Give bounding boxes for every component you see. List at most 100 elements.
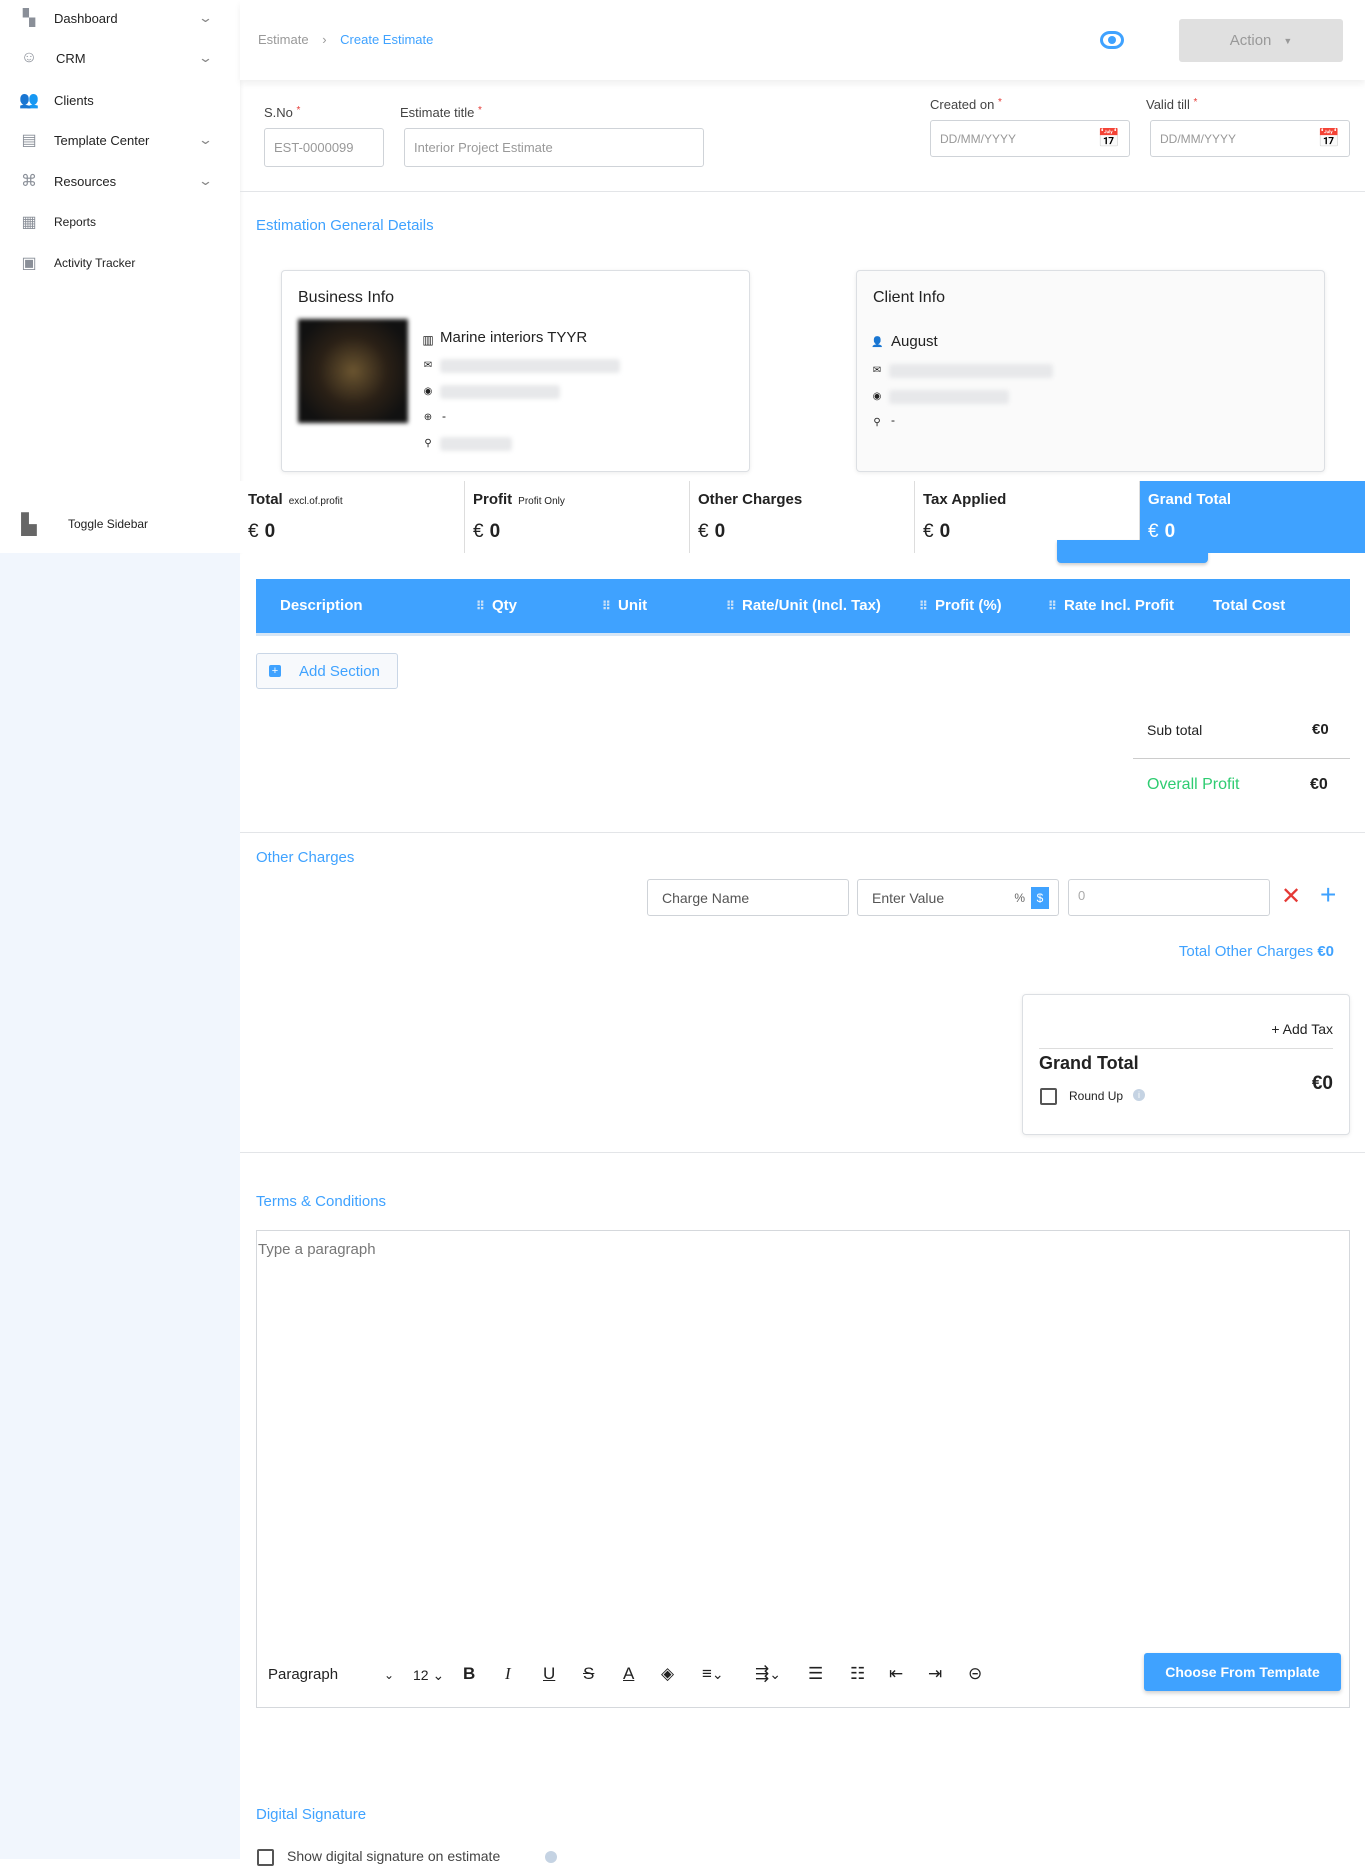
- highlight-icon[interactable]: ◈: [661, 1664, 674, 1684]
- show-signature-checkbox[interactable]: [257, 1849, 274, 1866]
- estimate-title-label: Estimate title *: [400, 105, 482, 120]
- align-icon[interactable]: ≡⌄: [702, 1664, 724, 1684]
- chevron-down-icon[interactable]: ⌄: [384, 1668, 394, 1682]
- client-phone: [889, 390, 1009, 404]
- activity-icon: ▣: [21, 255, 37, 272]
- chevron-down-icon: ⌄: [197, 10, 214, 25]
- strikethrough-icon[interactable]: S: [583, 1664, 594, 1684]
- sidebar-background: [0, 553, 240, 1859]
- divider: [240, 191, 1365, 192]
- summary-profit: Profit Profit Only €0: [465, 481, 690, 553]
- caret-down-icon: ▼: [1283, 35, 1293, 46]
- charge-name-input[interactable]: Charge Name: [647, 879, 849, 916]
- created-on-input[interactable]: DD/MM/YYYY 📅: [930, 120, 1130, 157]
- italic-icon[interactable]: I: [505, 1664, 511, 1684]
- drag-handle-icon: ⠿: [1048, 599, 1057, 613]
- email-icon: ✉: [872, 365, 882, 376]
- text-color-icon[interactable]: A: [623, 1664, 634, 1684]
- terms-editor[interactable]: Type a paragraph: [256, 1230, 1350, 1708]
- phone-icon: ◉: [872, 391, 882, 402]
- bold-icon[interactable]: B: [463, 1664, 475, 1684]
- charge-value-input[interactable]: Enter Value% $: [857, 879, 1059, 916]
- outdent-icon[interactable]: ⇤: [889, 1664, 903, 1684]
- column-qty[interactable]: ⠿ Qty: [476, 597, 517, 614]
- client-address: -: [891, 413, 895, 427]
- business-email: [440, 359, 620, 373]
- items-table-header: Description ⠿ Qty ⠿ Unit ⠿ Rate/Unit (Incl.…: [256, 579, 1350, 636]
- business-name: Marine interiors TYYR: [440, 329, 588, 346]
- subtotal-label: Sub total: [1147, 722, 1203, 738]
- user-icon: 👤: [871, 337, 884, 348]
- chevron-right-icon: ›: [322, 32, 327, 47]
- created-on-label: Created on *: [930, 97, 1002, 112]
- numbered-list-icon[interactable]: ☷: [850, 1664, 865, 1684]
- show-signature-label: Show digital signature on estimate: [287, 1848, 501, 1864]
- sidebar-item-clients[interactable]: 👥 Clients: [0, 85, 240, 115]
- plus-icon: +: [269, 665, 281, 677]
- general-details-heading: Estimation General Details: [256, 217, 434, 234]
- valid-till-input[interactable]: DD/MM/YYYY 📅: [1150, 120, 1350, 157]
- add-tax-button[interactable]: + Add Tax: [1271, 1021, 1333, 1037]
- summary-other-charges: Other Charges €0: [690, 481, 915, 553]
- column-rate-unit[interactable]: ⠿ Rate/Unit (Incl. Tax): [726, 597, 881, 614]
- estimate-title-input[interactable]: Interior Project Estimate: [404, 128, 704, 167]
- column-description: Description: [280, 597, 363, 614]
- font-size-select[interactable]: 12 ⌄: [413, 1667, 444, 1684]
- overall-profit-label: Overall Profit: [1147, 776, 1240, 793]
- bullet-list-icon[interactable]: ☰: [808, 1664, 823, 1684]
- round-up-label: Round Up: [1069, 1089, 1124, 1103]
- breadcrumb-estimate[interactable]: Estimate: [258, 32, 309, 47]
- calendar-icon[interactable]: 📅: [1098, 128, 1120, 149]
- link-icon[interactable]: ⊝: [968, 1664, 982, 1684]
- sidebar-item-dashboard[interactable]: ▚ Dashboard ⌄: [0, 3, 240, 33]
- choose-from-template-button[interactable]: Choose From Template: [1144, 1653, 1341, 1691]
- column-profit[interactable]: ⠿ Profit (%): [919, 597, 1002, 614]
- calendar-icon[interactable]: 📅: [1318, 128, 1340, 149]
- crm-icon: ☺: [20, 49, 38, 66]
- sidebar-item-activity-tracker[interactable]: ▣ Activity Tracker: [0, 248, 240, 278]
- summary-total: Total excl.of.profit €0: [240, 481, 465, 553]
- action-button[interactable]: Action ▼: [1179, 19, 1343, 62]
- preview-eye-icon[interactable]: [1100, 31, 1124, 49]
- charge-amount-input[interactable]: 0: [1068, 879, 1270, 916]
- column-rate-incl-profit[interactable]: ⠿ Rate Incl. Profit: [1048, 597, 1174, 614]
- dollar-toggle[interactable]: $: [1031, 886, 1049, 909]
- drag-handle-icon: ⠿: [919, 599, 928, 613]
- digital-signature-heading: Digital Signature: [256, 1806, 367, 1823]
- add-section-button[interactable]: + Add Section: [256, 653, 398, 689]
- client-info-card: Client Info 👤 August ✉ ◉ ⚲ -: [856, 270, 1325, 472]
- globe-icon: ⊕: [423, 412, 433, 423]
- dashboard-icon: ▚: [22, 10, 36, 27]
- block-format-select[interactable]: Paragraph: [268, 1666, 338, 1683]
- sno-label: S.No *: [264, 105, 301, 120]
- header: Estimate › Create Estimate Action ▼: [240, 0, 1365, 80]
- info-icon[interactable]: i: [1133, 1089, 1145, 1101]
- add-charge-icon[interactable]: +: [1320, 879, 1336, 911]
- sidebar-item-reports[interactable]: ▦ Reports: [0, 207, 240, 237]
- location-icon: ⚲: [873, 417, 881, 428]
- chevron-down-icon: ⌄: [197, 50, 214, 65]
- client-email: [889, 364, 1053, 378]
- drag-handle-icon: ⠿: [602, 599, 611, 613]
- reports-icon: ▦: [21, 214, 37, 231]
- sidebar-item-resources[interactable]: ⌘ Resources ⌄: [0, 166, 240, 196]
- indent-icon[interactable]: ⇥: [928, 1664, 942, 1684]
- toggle-sidebar-button[interactable]: ▙ Toggle Sidebar: [0, 509, 240, 539]
- drag-handle-icon: ⠿: [726, 599, 735, 613]
- column-unit[interactable]: ⠿ Unit: [602, 597, 647, 614]
- divider: [240, 832, 1365, 833]
- sidebar-item-template-center[interactable]: ▤ Template Center ⌄: [0, 125, 240, 155]
- line-height-icon[interactable]: ⇶⌄: [755, 1664, 781, 1684]
- percent-toggle[interactable]: %: [1014, 891, 1025, 905]
- underline-icon[interactable]: U: [543, 1664, 555, 1684]
- business-logo: [298, 319, 408, 423]
- info-icon[interactable]: [545, 1851, 557, 1863]
- phone-icon: ◉: [423, 386, 433, 397]
- sidebar: ▚ Dashboard ⌄ ☺ CRM ⌄ 👥 Clients ▤ Template Cen…: [0, 0, 240, 553]
- sidebar-item-crm[interactable]: ☺ CRM ⌄: [0, 43, 240, 73]
- remove-charge-icon[interactable]: ✕: [1281, 882, 1301, 911]
- business-website: -: [442, 409, 446, 423]
- sno-input[interactable]: EST-0000099: [264, 128, 384, 167]
- round-up-checkbox[interactable]: [1040, 1088, 1057, 1105]
- business-info-card: Business Info ▥ Marine interiors TYYR ✉ …: [281, 270, 750, 472]
